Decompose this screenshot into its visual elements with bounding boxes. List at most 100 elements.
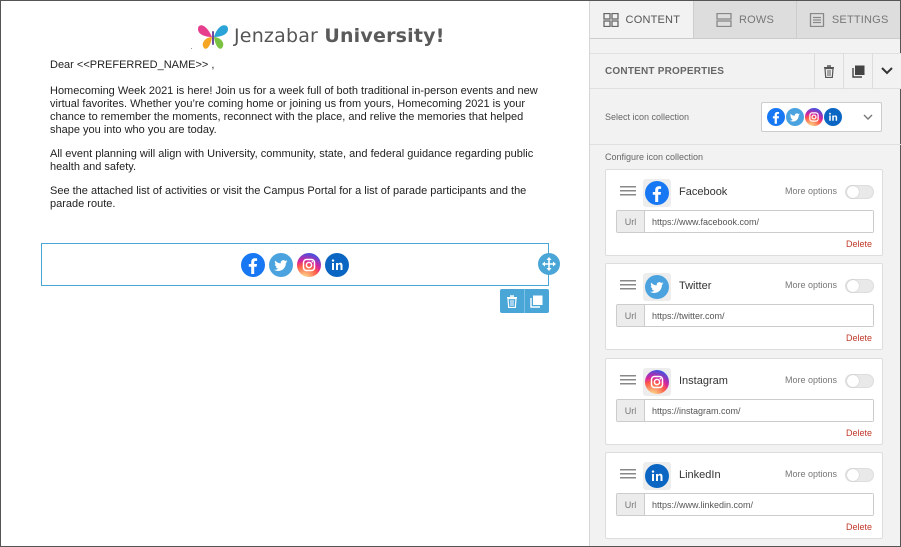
block-toolbar: [500, 289, 549, 313]
url-input[interactable]: [645, 494, 873, 515]
more-options-toggle[interactable]: [845, 185, 874, 199]
linkedin-icon: [325, 252, 349, 277]
tab-content[interactable]: CONTENT: [590, 1, 694, 38]
tab-settings-label: SETTINGS: [831, 13, 889, 26]
email-canvas: Jenzabar University! Dear <<PREFERRED_NA…: [1, 1, 589, 546]
logo-text: Jenzabar University!: [234, 25, 445, 47]
facebook-icon-tile: [643, 179, 671, 207]
toggle-knob: [847, 469, 859, 481]
move-block-handle[interactable]: [538, 253, 560, 275]
university-logo: Jenzabar University!: [196, 21, 445, 51]
logo-text-jenzabar: Jenzabar: [234, 25, 319, 47]
social-icons-block[interactable]: [41, 243, 549, 286]
delete-network-link[interactable]: Delete: [846, 522, 872, 532]
delete-network-link[interactable]: Delete: [846, 428, 872, 438]
email-paragraph-1: Homecoming Week 2021 is here! Join us fo…: [50, 85, 538, 136]
collapse-properties-button[interactable]: [872, 53, 901, 89]
toggle-knob: [847, 186, 859, 198]
properties-sidebar: CONTENT ROWS SETTINGS CONTENT PROPERTIES…: [589, 1, 901, 546]
delete-content-button[interactable]: [814, 53, 843, 89]
more-options-label: More options: [785, 469, 838, 479]
network-name: Instagram: [679, 375, 728, 387]
icon-collection-label: Select icon collection: [605, 112, 690, 122]
icon-collection-select[interactable]: [761, 102, 882, 132]
network-name: Twitter: [679, 280, 712, 292]
network-card-instagram: Instagram More options Url Delete: [605, 358, 883, 445]
url-input[interactable]: [645, 305, 873, 326]
url-field-group: Url: [616, 493, 874, 516]
drag-handle-icon[interactable]: [620, 469, 636, 479]
url-label: Url: [617, 494, 645, 515]
tab-rows[interactable]: ROWS: [694, 1, 798, 38]
drag-handle-icon[interactable]: [620, 375, 636, 385]
url-label: Url: [617, 211, 645, 232]
duplicate-block-button[interactable]: [524, 289, 548, 313]
toggle-knob: [847, 375, 859, 387]
configure-collection-label: Configure icon collection: [605, 152, 704, 162]
icon-collection-row: Select icon collection: [590, 97, 901, 137]
drag-handle-icon[interactable]: [620, 186, 636, 196]
more-options-label: More options: [785, 280, 838, 290]
delete-network-link[interactable]: Delete: [846, 333, 872, 343]
facebook-icon: [767, 108, 785, 126]
divider-dot: [191, 48, 192, 49]
url-label: Url: [617, 400, 645, 421]
url-label: Url: [617, 305, 645, 326]
delete-block-button[interactable]: [500, 289, 524, 313]
drag-handle-icon[interactable]: [620, 280, 636, 290]
network-card-linkedin: LinkedIn More options Url Delete: [605, 452, 883, 539]
tab-settings[interactable]: SETTINGS: [797, 1, 900, 38]
grid-icon: [602, 12, 619, 27]
more-options-label: More options: [785, 375, 838, 385]
email-body[interactable]: Dear <<PREFERRED_NAME>> , Homecoming Wee…: [50, 59, 550, 222]
chevron-down-icon: [881, 67, 893, 75]
butterfly-logo-icon: [198, 25, 228, 49]
linkedin-icon: [645, 464, 669, 488]
twitter-icon: [645, 275, 669, 299]
url-input[interactable]: [645, 211, 873, 232]
email-paragraph-3: See the attached list of activities or v…: [50, 185, 527, 210]
network-name: LinkedIn: [679, 469, 721, 481]
more-options-toggle[interactable]: [845, 374, 874, 388]
delete-network-link[interactable]: Delete: [846, 239, 872, 249]
icon-collection-preview: [767, 108, 855, 126]
instagram-icon-tile: [643, 368, 671, 396]
email-greeting: Dear <<PREFERRED_NAME>> ,: [50, 59, 215, 71]
tab-rows-label: ROWS: [738, 13, 775, 26]
instagram-icon: [645, 370, 669, 394]
sidebar-tabs: CONTENT ROWS SETTINGS: [590, 1, 900, 39]
duplicate-icon: [851, 65, 864, 78]
url-field-group: Url: [616, 304, 874, 327]
logo-text-university: University!: [324, 25, 445, 47]
content-properties-header: CONTENT PROPERTIES: [590, 53, 901, 89]
content-properties-title: CONTENT PROPERTIES: [605, 65, 725, 77]
trash-icon: [824, 64, 834, 78]
move-arrows-icon: [542, 257, 556, 271]
instagram-icon: [297, 252, 321, 277]
network-card-facebook: Facebook More options Url Delete: [605, 169, 883, 256]
rows-icon: [716, 12, 732, 27]
chevron-down-icon: [855, 103, 881, 131]
more-options-toggle[interactable]: [845, 279, 874, 293]
url-field-group: Url: [616, 399, 874, 422]
twitter-icon: [269, 252, 293, 277]
toggle-knob: [847, 280, 859, 292]
duplicate-content-button[interactable]: [843, 53, 872, 89]
network-card-twitter: Twitter More options Url Delete: [605, 263, 883, 350]
email-paragraph-2: All event planning will align with Unive…: [50, 148, 534, 173]
duplicate-icon: [530, 295, 543, 308]
settings-icon: [809, 12, 825, 27]
tab-content-label: CONTENT: [625, 13, 681, 26]
trash-icon: [507, 294, 517, 308]
twitter-icon-tile: [643, 273, 671, 301]
section-divider: [590, 144, 901, 145]
network-name: Facebook: [679, 186, 728, 198]
linkedin-icon-tile: [643, 462, 671, 490]
facebook-icon: [645, 181, 669, 205]
instagram-icon: [805, 108, 823, 126]
more-options-toggle[interactable]: [845, 468, 874, 482]
twitter-icon: [786, 108, 804, 126]
linkedin-icon: [824, 108, 842, 126]
url-input[interactable]: [645, 400, 873, 421]
more-options-label: More options: [785, 186, 838, 196]
